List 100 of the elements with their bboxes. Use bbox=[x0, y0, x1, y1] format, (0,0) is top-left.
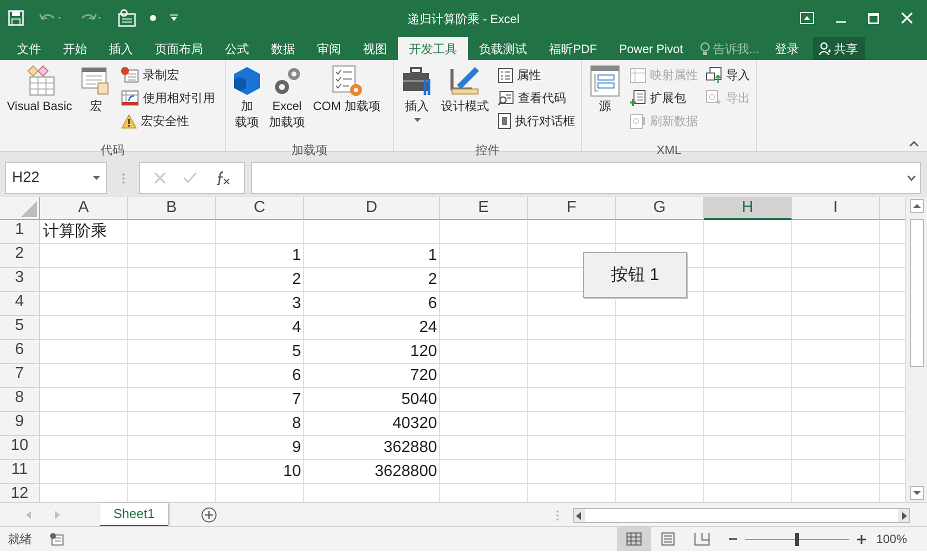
cube-icon bbox=[233, 66, 261, 96]
row-header[interactable]: 10 bbox=[0, 436, 40, 460]
ribbon-tab[interactable]: 文件 bbox=[6, 37, 52, 60]
row-header[interactable]: 5 bbox=[0, 316, 40, 340]
page-layout-view-icon bbox=[660, 532, 676, 546]
page-break-view-icon bbox=[694, 532, 710, 546]
ribbon-button[interactable]: 导入 bbox=[704, 64, 752, 86]
column-header[interactable]: H bbox=[704, 197, 792, 220]
formula-input[interactable] bbox=[251, 162, 921, 194]
import-icon bbox=[706, 67, 722, 83]
zoom-in-icon[interactable] bbox=[857, 534, 866, 544]
group-label: 代码 bbox=[100, 142, 124, 158]
ribbon-button[interactable]: 插入 bbox=[398, 64, 436, 142]
ribbon-button[interactable]: 宏安全性 bbox=[119, 110, 218, 132]
column-header[interactable]: E bbox=[440, 197, 528, 220]
scroll-right-icon[interactable] bbox=[902, 512, 907, 520]
scroll-left-icon[interactable] bbox=[576, 512, 581, 520]
zoom-slider-thumb[interactable] bbox=[795, 532, 800, 546]
table-cell-text: 9 bbox=[291, 438, 302, 458]
row-header[interactable]: 6 bbox=[0, 340, 40, 364]
window-title: 递归计算阶乘 - Excel bbox=[407, 11, 520, 28]
row-header[interactable]: 12 bbox=[0, 484, 40, 502]
expansion-pack-icon bbox=[630, 90, 646, 106]
ribbon-button[interactable]: 属性 bbox=[496, 64, 577, 86]
ribbon-tab[interactable]: 公式 bbox=[214, 37, 260, 60]
add-sheet-icon[interactable] bbox=[201, 507, 217, 523]
macro-record-icon[interactable] bbox=[50, 532, 64, 546]
row-header[interactable]: 11 bbox=[0, 460, 40, 484]
dot-icon[interactable] bbox=[150, 15, 156, 21]
row-header[interactable]: 3 bbox=[0, 268, 40, 292]
ribbon-button[interactable]: 使用相对引用 bbox=[119, 87, 218, 109]
group-label: 加载项 bbox=[292, 142, 328, 158]
sheet-button[interactable]: 按钮 1 bbox=[583, 252, 687, 298]
row-header[interactable]: 1 bbox=[0, 220, 40, 244]
ribbon-tab[interactable]: 开发工具 bbox=[398, 37, 468, 60]
scroll-up-icon[interactable] bbox=[910, 199, 924, 213]
ribbon-tab[interactable]: 负载测试 bbox=[468, 37, 538, 60]
table-cell-text: 1 bbox=[427, 246, 438, 266]
properties-icon bbox=[498, 68, 513, 82]
collapse-ribbon-icon[interactable] bbox=[909, 141, 919, 147]
ribbon-button[interactable]: 源 bbox=[586, 64, 624, 142]
sheet-tab[interactable]: Sheet1 bbox=[100, 503, 168, 527]
column-header[interactable]: A bbox=[40, 197, 128, 220]
table-cell-text: 8 bbox=[291, 414, 302, 434]
table-cell-text: 2 bbox=[291, 270, 302, 290]
view-button[interactable] bbox=[617, 527, 652, 551]
zoom-level[interactable]: 100% bbox=[876, 530, 927, 548]
scrollbar-thumb[interactable] bbox=[910, 219, 924, 367]
status-text: 就绪 bbox=[7, 531, 32, 548]
table-cell-text: 3 bbox=[291, 294, 302, 314]
ribbon-tab[interactable]: 福昕PDF bbox=[538, 37, 608, 60]
row-header[interactable]: 7 bbox=[0, 364, 40, 388]
map-properties-icon bbox=[630, 68, 646, 82]
ribbon-button[interactable]: 执行对话框 bbox=[496, 110, 577, 132]
row-header[interactable]: 8 bbox=[0, 388, 40, 412]
close-icon[interactable] bbox=[901, 12, 913, 24]
column-header[interactable]: G bbox=[616, 197, 704, 220]
share-button[interactable]: 共享 bbox=[813, 37, 866, 60]
ribbon-tab[interactable]: 插入 bbox=[98, 37, 144, 60]
horizontal-scrollbar[interactable] bbox=[573, 508, 910, 523]
zoom-slider[interactable] bbox=[745, 532, 850, 546]
column-header[interactable]: F bbox=[528, 197, 616, 220]
zoom-out-icon[interactable] bbox=[729, 535, 738, 543]
ribbon-button[interactable]: 加 载项 bbox=[230, 64, 264, 142]
column-header[interactable]: C bbox=[216, 197, 304, 220]
ribbon-button[interactable]: Visual Basic bbox=[4, 64, 76, 142]
ribbon-button[interactable]: 宏 bbox=[77, 64, 116, 142]
customize-caret-icon[interactable] bbox=[170, 14, 178, 22]
column-header[interactable]: D bbox=[304, 197, 440, 220]
lightbulb-icon bbox=[700, 42, 710, 56]
ribbon-button[interactable]: 扩展包 bbox=[628, 87, 700, 109]
ribbon-button[interactable]: COM 加载项 bbox=[310, 64, 384, 142]
column-header[interactable]: I bbox=[792, 197, 880, 220]
table-cell-text: 40320 bbox=[392, 414, 438, 434]
ribbon-display-options-icon[interactable] bbox=[800, 12, 814, 24]
ribbon-tab[interactable]: 页面布局 bbox=[144, 37, 214, 60]
ribbon-button[interactable]: 设计模式 bbox=[438, 64, 492, 142]
row-header[interactable]: 2 bbox=[0, 244, 40, 268]
form-icon[interactable] bbox=[118, 9, 136, 27]
person-icon bbox=[819, 42, 832, 55]
ribbon-tab[interactable]: 数据 bbox=[260, 37, 306, 60]
name-box[interactable]: H22 bbox=[5, 162, 107, 194]
ribbon-button[interactable]: 录制宏 bbox=[119, 64, 218, 86]
group-label: XML bbox=[656, 142, 682, 158]
maximize-icon[interactable] bbox=[868, 12, 879, 24]
ribbon-button[interactable]: Excel 加载项 bbox=[266, 64, 308, 142]
column-header[interactable]: B bbox=[128, 197, 216, 220]
ribbon-button[interactable]: 查看代码 bbox=[496, 87, 577, 109]
row-header[interactable]: 9 bbox=[0, 412, 40, 436]
gears-icon bbox=[272, 65, 302, 97]
save-icon[interactable] bbox=[8, 10, 24, 26]
row-header[interactable]: 4 bbox=[0, 292, 40, 316]
ribbon-tab[interactable]: 开始 bbox=[52, 37, 98, 60]
splitter-dots-icon bbox=[122, 172, 124, 184]
sign-in-link[interactable]: 登录 bbox=[773, 37, 802, 60]
scroll-down-icon[interactable] bbox=[910, 486, 924, 500]
ruler-pencil-icon bbox=[449, 65, 481, 97]
ribbon-tab[interactable]: 视图 bbox=[352, 37, 398, 60]
ribbon-tab[interactable]: Power Pivot bbox=[608, 37, 694, 60]
ribbon-tab[interactable]: 审阅 bbox=[306, 37, 352, 60]
